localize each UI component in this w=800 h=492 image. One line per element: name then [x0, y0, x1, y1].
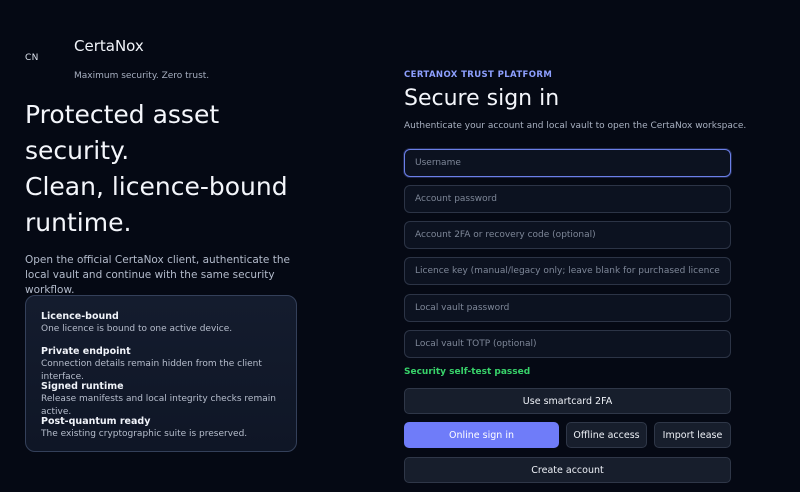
feature-title: Signed runtime [41, 381, 124, 392]
import-lease-button[interactable]: Import lease [654, 422, 731, 448]
feature-title: Private endpoint [41, 346, 131, 357]
self-test-status: Security self-test passed [404, 367, 531, 377]
feature-private-endpoint: Private endpoint Connection details rema… [41, 345, 296, 382]
vault-password-input[interactable] [404, 294, 731, 322]
hero-title-line-2: security. [25, 136, 130, 165]
features-card: Licence-bound One licence is bound to on… [25, 295, 297, 452]
hero-description: Open the official CertaNox client, authe… [25, 254, 290, 296]
form-subtitle: Authenticate your account and local vaul… [404, 121, 747, 131]
account-password-input[interactable] [404, 185, 731, 213]
brand-name: CertaNox [74, 37, 144, 55]
smartcard-2fa-button[interactable]: Use smartcard 2FA [404, 388, 731, 414]
feature-description: One licence is bound to one active devic… [41, 324, 233, 334]
brand-logo-mark: CN [25, 53, 39, 63]
feature-title: Post-quantum ready [41, 416, 151, 427]
username-input[interactable] [404, 149, 731, 177]
hero-title-line-4: runtime. [25, 208, 132, 237]
hero-title-line-1: Protected asset [25, 100, 220, 129]
feature-licence-bound: Licence-bound One licence is bound to on… [41, 310, 296, 345]
create-account-button[interactable]: Create account [404, 457, 731, 483]
hero-title: Protected asset security. Clean, licence… [25, 97, 325, 241]
offline-access-button[interactable]: Offline access [566, 422, 647, 448]
licence-key-input[interactable] [404, 257, 731, 285]
platform-eyebrow: CERTANOX TRUST PLATFORM [404, 70, 553, 80]
feature-signed-runtime: Signed runtime Release manifests and loc… [41, 380, 296, 417]
brand-tagline: Maximum security. Zero trust. [74, 71, 210, 81]
sign-in-page: CN CertaNox Maximum security. Zero trust… [0, 0, 800, 492]
feature-description: The existing cryptographic suite is pres… [41, 429, 248, 439]
feature-title: Licence-bound [41, 311, 119, 322]
vault-totp-input[interactable] [404, 330, 731, 358]
online-sign-in-button[interactable]: Online sign in [404, 422, 559, 448]
form-title: Secure sign in [404, 86, 560, 111]
hero-title-line-3: Clean, licence-bound [25, 172, 288, 201]
account-2fa-input[interactable] [404, 221, 731, 249]
feature-post-quantum: Post-quantum ready The existing cryptogr… [41, 415, 296, 450]
